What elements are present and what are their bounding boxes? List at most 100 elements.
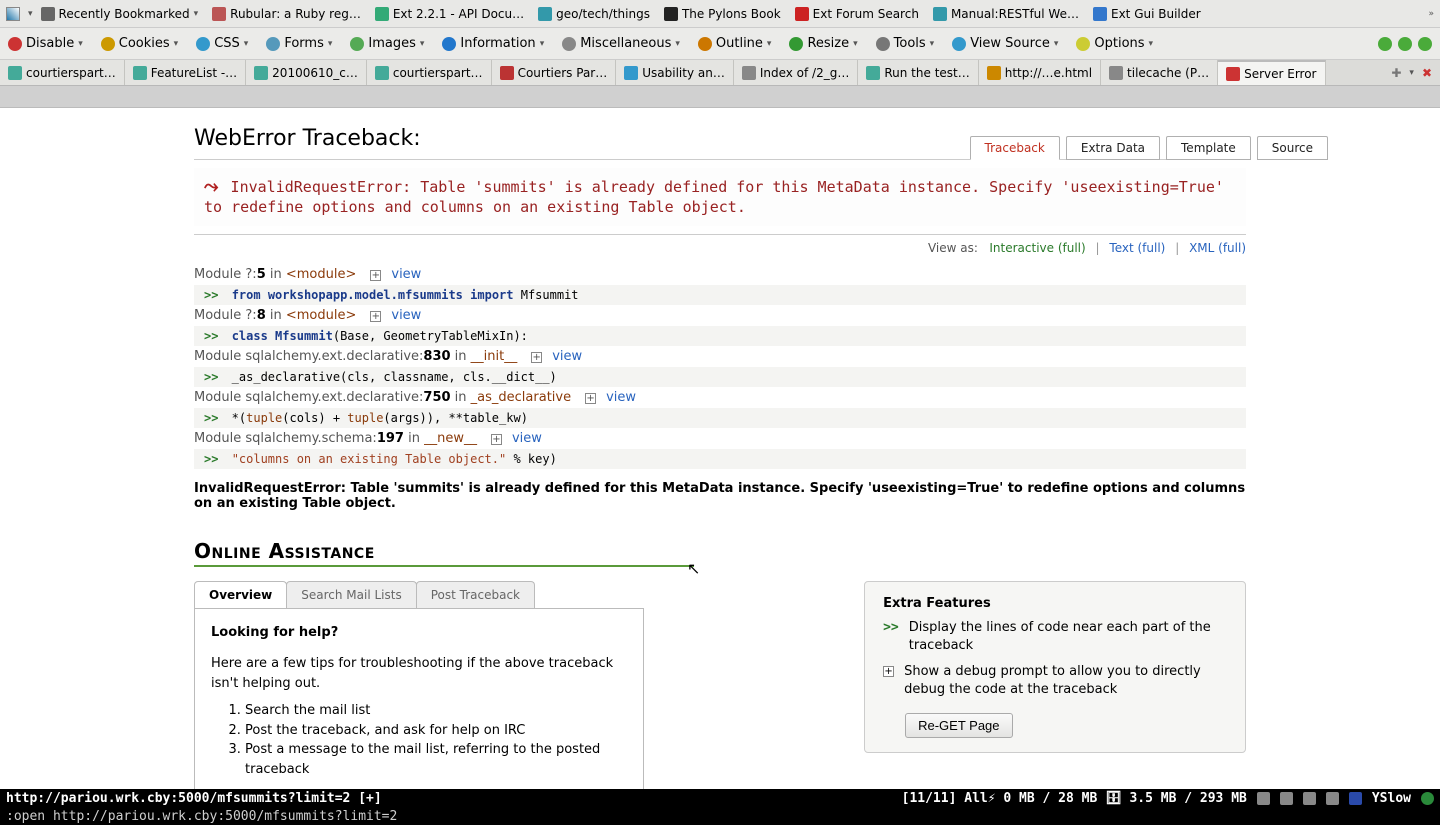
browser-tab[interactable]: Usability an… bbox=[616, 60, 734, 85]
expand-icon[interactable]: + bbox=[531, 352, 542, 363]
assist-tab-row: OverviewSearch Mail ListsPost Traceback bbox=[194, 581, 644, 608]
devbar-icon bbox=[101, 37, 115, 51]
browser-tab[interactable]: courtierspart… bbox=[367, 60, 492, 85]
view-link[interactable]: view bbox=[391, 267, 421, 282]
devbar-item[interactable]: Tools▾ bbox=[876, 36, 935, 51]
bookmark-label: Ext Gui Builder bbox=[1111, 7, 1201, 21]
devbar-icon bbox=[876, 37, 890, 51]
devbar-item[interactable]: Cookies▾ bbox=[101, 36, 178, 51]
browser-tab[interactable]: courtierspart… bbox=[0, 60, 125, 85]
view-link[interactable]: view bbox=[552, 349, 582, 364]
tab-favicon bbox=[742, 66, 756, 80]
devbar-item[interactable]: Information▾ bbox=[442, 36, 544, 51]
bookmark-label: Recently Bookmarked bbox=[59, 7, 190, 21]
view-link[interactable]: view bbox=[606, 390, 636, 405]
expand-icon[interactable]: + bbox=[585, 393, 596, 404]
assist-list-item: Post a message to the mail list, referri… bbox=[245, 740, 627, 779]
bookmarks-bar: ▾ Recently Bookmarked▾ Rubular: a Ruby re… bbox=[0, 0, 1440, 28]
expand-icon[interactable]: + bbox=[370, 270, 381, 281]
chevron-down-icon: ▾ bbox=[328, 39, 333, 49]
browser-tab[interactable]: Server Error bbox=[1218, 60, 1325, 85]
tray-icon[interactable] bbox=[1421, 792, 1434, 805]
expand-icon[interactable]: + bbox=[491, 434, 502, 445]
devbar-item[interactable]: Images▾ bbox=[350, 36, 424, 51]
browser-tab[interactable]: 20100610_c… bbox=[246, 60, 367, 85]
view-link[interactable]: view bbox=[512, 431, 542, 446]
close-tab-icon[interactable]: ✖ bbox=[1422, 66, 1432, 80]
tray-icon[interactable] bbox=[1303, 792, 1316, 805]
devbar-item[interactable]: Forms▾ bbox=[266, 36, 332, 51]
chevron-down-icon[interactable]: ▾ bbox=[28, 9, 33, 19]
re-get-page-button[interactable]: Re-GET Page bbox=[905, 713, 1012, 738]
tab-label: courtierspart… bbox=[26, 66, 116, 80]
tray-icon[interactable] bbox=[1280, 792, 1293, 805]
devbar-item[interactable]: Options▾ bbox=[1076, 36, 1153, 51]
extra-item-text: Show a debug prompt to allow you to dire… bbox=[904, 663, 1227, 699]
assist-tab[interactable]: Overview bbox=[194, 581, 287, 608]
bookmark-item[interactable]: geo/tech/things bbox=[538, 7, 650, 21]
bookmark-item[interactable]: Ext Gui Builder bbox=[1093, 7, 1201, 21]
debug-tab[interactable]: Traceback bbox=[970, 136, 1060, 160]
prompt-icon[interactable]: >> bbox=[883, 619, 899, 655]
devbar-item[interactable]: Disable▾ bbox=[8, 36, 83, 51]
assist-list-item: Post the traceback, and ask for help on … bbox=[245, 721, 627, 741]
tab-label: Server Error bbox=[1244, 67, 1316, 81]
browser-tab[interactable]: Index of /2_g… bbox=[734, 60, 859, 85]
tab-favicon bbox=[8, 66, 22, 80]
bookmark-item[interactable]: Ext 2.2.1 - API Docu… bbox=[375, 7, 524, 21]
frame-location: Module sqlalchemy.ext.declarative:830 in… bbox=[194, 347, 1246, 366]
frame-code-line: >> from workshopapp.model.mfsummits impo… bbox=[194, 285, 1246, 305]
devbar-item[interactable]: Miscellaneous▾ bbox=[562, 36, 680, 51]
overflow-chev-icon[interactable]: » bbox=[1428, 9, 1434, 19]
bookmark-icon bbox=[375, 7, 389, 21]
expand-icon[interactable]: + bbox=[370, 311, 381, 322]
chevron-down-icon: ▾ bbox=[930, 39, 935, 49]
browser-tab[interactable]: tilecache (P… bbox=[1101, 60, 1218, 85]
devbar-item[interactable]: View Source▾ bbox=[952, 36, 1058, 51]
frame-location: Module sqlalchemy.ext.declarative:750 in… bbox=[194, 388, 1246, 407]
debug-tab[interactable]: Template bbox=[1166, 136, 1251, 160]
devbar-icon bbox=[350, 37, 364, 51]
devbar-label: Disable bbox=[26, 36, 74, 51]
debug-tab[interactable]: Extra Data bbox=[1066, 136, 1160, 160]
prompt-icon: >> bbox=[204, 411, 218, 425]
tray-icon[interactable] bbox=[1326, 792, 1339, 805]
expand-icon[interactable]: + bbox=[883, 666, 894, 677]
bookmark-icon bbox=[1093, 7, 1107, 21]
bookmark-item[interactable]: Manual:RESTful We… bbox=[933, 7, 1079, 21]
bookmark-icon bbox=[795, 7, 809, 21]
tab-list-chev-icon[interactable]: ▾ bbox=[1409, 68, 1414, 78]
browser-tab[interactable]: Courtiers Par… bbox=[492, 60, 617, 85]
view-link[interactable]: view bbox=[391, 308, 421, 323]
view-interactive-link[interactable]: Interactive (full) bbox=[989, 241, 1085, 255]
error-block: ⤳ InvalidRequestError: Table 'summits' i… bbox=[194, 168, 1246, 226]
final-error-text: InvalidRequestError: Table 'summits' is … bbox=[194, 481, 1246, 511]
page-viewport[interactable]: TracebackExtra DataTemplateSource WebErr… bbox=[0, 86, 1440, 789]
tray-icon[interactable] bbox=[1257, 792, 1270, 805]
tray-icon[interactable] bbox=[1349, 792, 1362, 805]
assist-tab[interactable]: Search Mail Lists bbox=[286, 581, 416, 608]
vimperator-command-bar[interactable]: :open http://pariou.wrk.cby:5000/mfsummi… bbox=[0, 807, 1440, 825]
bookmark-item[interactable]: Ext Forum Search bbox=[795, 7, 919, 21]
devbar-item[interactable]: CSS▾ bbox=[196, 36, 248, 51]
devbar-icon bbox=[8, 37, 22, 51]
view-text-link[interactable]: Text (full) bbox=[1109, 241, 1165, 255]
debug-tab[interactable]: Source bbox=[1257, 136, 1328, 160]
chevron-down-icon: ▾ bbox=[1149, 39, 1154, 49]
yslow-label[interactable]: YSlow bbox=[1372, 791, 1411, 806]
view-xml-link[interactable]: XML (full) bbox=[1189, 241, 1246, 255]
new-tab-icon[interactable]: ✚ bbox=[1391, 66, 1401, 80]
devbar-item[interactable]: Outline▾ bbox=[698, 36, 772, 51]
bookmark-item[interactable]: Recently Bookmarked▾ bbox=[41, 7, 199, 21]
assist-list: Search the mail listPost the traceback, … bbox=[245, 701, 627, 779]
assist-tab[interactable]: Post Traceback bbox=[416, 581, 535, 608]
chevron-down-icon: ▾ bbox=[1054, 39, 1059, 49]
bookmark-item[interactable]: Rubular: a Ruby reg… bbox=[212, 7, 361, 21]
browser-tab[interactable]: http://…e.html bbox=[979, 60, 1101, 85]
devbar-item[interactable]: Resize▾ bbox=[789, 36, 857, 51]
bookmark-icon bbox=[41, 7, 55, 21]
bookmark-menu-icon[interactable] bbox=[6, 7, 20, 21]
bookmark-item[interactable]: The Pylons Book bbox=[664, 7, 781, 21]
browser-tab[interactable]: Run the test… bbox=[858, 60, 978, 85]
browser-tab[interactable]: FeatureList -… bbox=[125, 60, 246, 85]
